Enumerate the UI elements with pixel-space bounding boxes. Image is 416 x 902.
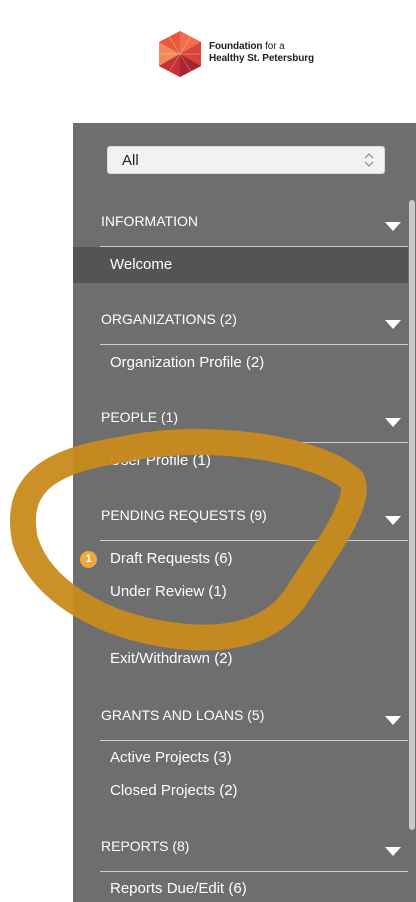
sidebar-item-active-projects[interactable]: Active Projects (3) [110,749,232,766]
filter-select-value: All [122,152,139,169]
section-header-grants-and-loans[interactable]: GRANTS AND LOANS (5) [101,707,264,727]
divider [100,442,408,443]
caret-down-icon[interactable] [385,418,401,427]
notification-badge: 1 [80,551,97,568]
caret-down-icon[interactable] [385,320,401,329]
divider [100,344,408,345]
caret-down-icon[interactable] [385,847,401,856]
sidebar-item-closed-projects[interactable]: Closed Projects (2) [110,782,238,799]
section-header-information[interactable]: INFORMATION [101,213,198,233]
logo-line1-rest: for a [262,41,285,52]
divider [100,740,408,741]
chevron-up-down-icon [364,153,374,167]
divider [100,871,408,872]
divider [100,540,408,541]
sidebar-item-welcome[interactable]: Welcome [110,256,172,273]
caret-down-icon[interactable] [385,222,401,231]
filter-select[interactable]: All [107,146,385,174]
section-header-pending-requests[interactable]: PENDING REQUESTS (9) [101,507,267,527]
caret-down-icon[interactable] [385,516,401,525]
sidebar-scrollbar[interactable] [409,200,415,830]
sidebar-item-user-profile[interactable]: User Profile (1) [110,452,211,469]
foundation-logo-icon [159,31,201,77]
section-header-organizations[interactable]: ORGANIZATIONS (2) [101,311,237,331]
logo-line1-bold: Foundation [209,41,263,52]
sidebar-item-under-review[interactable]: Under Review (1) [110,583,227,600]
logo-text: Foundation for a Healthy St. Petersburg [209,41,314,65]
logo-line2: Healthy St. Petersburg [209,53,315,64]
sidebar-item-exit-withdrawn[interactable]: Exit/Withdrawn (2) [110,650,233,667]
sidebar-item-reports-due-edit[interactable]: Reports Due/Edit (6) [110,880,247,897]
section-header-people[interactable]: PEOPLE (1) [101,409,178,429]
sidebar-item-organization-profile[interactable]: Organization Profile (2) [110,354,264,371]
sidebar-item-draft-requests[interactable]: Draft Requests (6) [110,550,233,567]
section-header-reports[interactable]: REPORTS (8) [101,838,189,858]
caret-down-icon[interactable] [385,716,401,725]
